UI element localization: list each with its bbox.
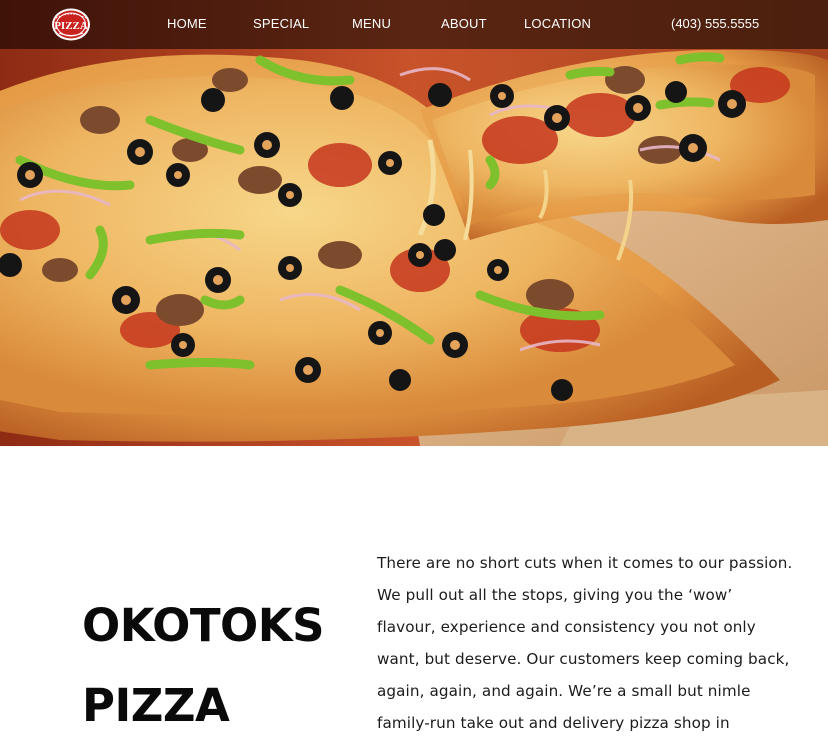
phone-number-link[interactable]: (403) 555.5555	[671, 16, 759, 31]
logo-text: PIZZA	[54, 20, 88, 32]
pizza-illustration	[0, 0, 828, 446]
about-heading-line-1: OKOTOKS	[82, 599, 325, 652]
about-heading: OKOTOKS PIZZA	[82, 586, 342, 736]
pizza-logo[interactable]: PIZZA	[49, 7, 93, 42]
nav-link-menu[interactable]: MENU	[352, 16, 391, 31]
nav-link-home[interactable]: HOME	[167, 16, 207, 31]
page: PIZZA HOME SPECIAL MENU ABOUT LOCATION (…	[0, 0, 828, 736]
hero-pizza-image	[0, 0, 828, 446]
nav-link-location[interactable]: LOCATION	[524, 16, 591, 31]
nav-link-special[interactable]: SPECIAL	[253, 16, 309, 31]
nav-link-about[interactable]: ABOUT	[441, 16, 487, 31]
about-heading-line-2: PIZZA	[82, 679, 230, 732]
about-paragraph: There are no short cuts when it comes to…	[377, 554, 793, 732]
pizza-logo-icon: PIZZA	[52, 8, 90, 41]
top-navigation-bar: PIZZA HOME SPECIAL MENU ABOUT LOCATION (…	[0, 0, 828, 49]
